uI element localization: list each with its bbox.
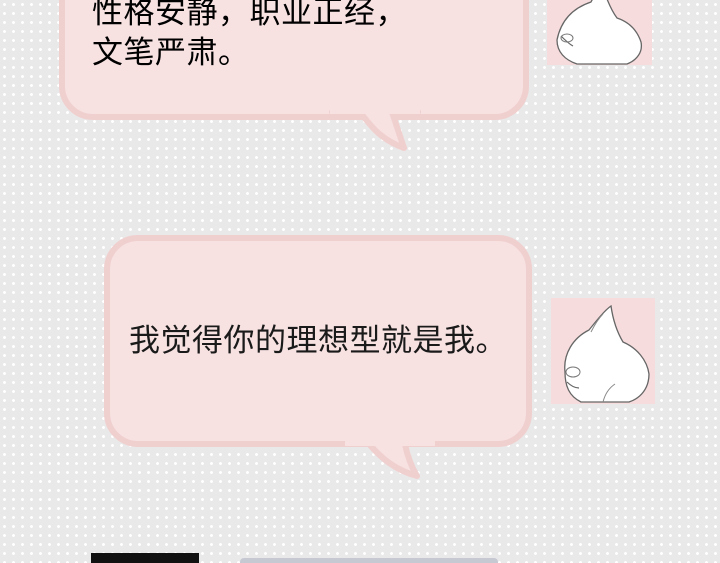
white-cat-icon bbox=[556, 0, 643, 65]
bubble-2-tail bbox=[344, 438, 435, 479]
avatar-1 bbox=[547, 0, 652, 65]
next-panel-dark-edge bbox=[91, 553, 199, 563]
bubble-2-text: 我觉得你的理想型就是我。 bbox=[129, 323, 507, 359]
bubble-1-text: 性格安静，职业正经， 文笔严肃。 bbox=[92, 0, 407, 71]
bubble-1-tail bbox=[329, 106, 421, 151]
speech-bubble-2: 我觉得你的理想型就是我。 bbox=[104, 235, 532, 447]
next-panel-gray-edge bbox=[240, 558, 498, 563]
white-cat-icon bbox=[564, 304, 650, 403]
avatar-2 bbox=[551, 298, 655, 404]
